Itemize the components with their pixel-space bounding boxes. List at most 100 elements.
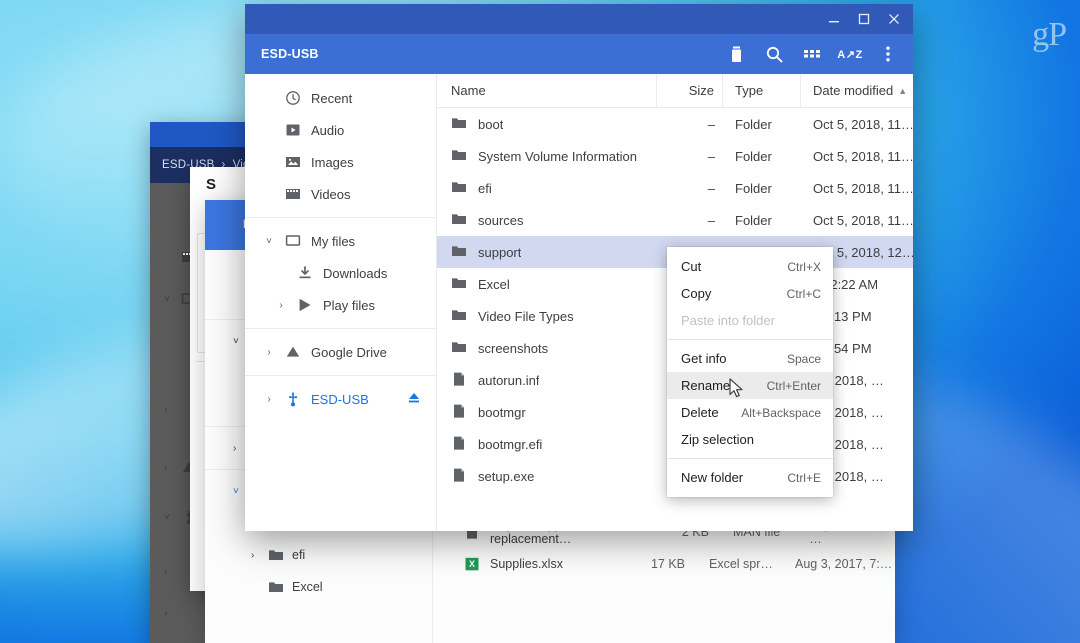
file-date-cell: Aug 3, 2017, 7:… <box>795 557 893 571</box>
menu-item-copy[interactable]: Copy Ctrl+C <box>667 280 833 307</box>
sidebar-item-audio[interactable]: Audio <box>245 114 436 146</box>
sidebar-item-videos[interactable]: Videos <box>245 178 436 210</box>
menu-item-shortcut: Ctrl+C <box>786 286 821 301</box>
sidebar-divider <box>245 328 436 329</box>
chevron-right-icon[interactable]: › <box>164 608 173 619</box>
chevron-down-icon[interactable]: ˅ <box>164 512 173 523</box>
file-name-cell[interactable]: support <box>437 244 657 261</box>
column-header-date-label: Date modified <box>813 83 894 98</box>
maximize-button[interactable] <box>849 4 879 34</box>
folder-icon <box>451 180 467 197</box>
context-menu[interactable]: Cut Ctrl+X Copy Ctrl+C Paste into folder Get … <box>667 247 833 497</box>
file-name-label: screenshots <box>478 340 549 356</box>
folder-icon <box>268 548 284 562</box>
search-button[interactable] <box>755 35 793 73</box>
chevron-right-icon[interactable]: › <box>275 300 287 311</box>
menu-item-cut[interactable]: Cut Ctrl+X <box>667 253 833 280</box>
file-name-cell[interactable]: sources <box>437 212 657 229</box>
file-type-cell: Folder <box>735 148 772 164</box>
file-name-cell[interactable]: setup.exe <box>437 468 657 485</box>
column-header-type[interactable]: Type <box>723 74 801 107</box>
chevron-down-icon[interactable]: ˅ <box>233 486 242 497</box>
menu-item-label: Paste into folder <box>681 313 775 328</box>
chevron-down-icon[interactable]: ˅ <box>263 236 275 247</box>
file-type-cell: Folder <box>735 180 772 196</box>
sidebar-item-my-files[interactable]: ˅ My files <box>245 225 436 257</box>
file-name-cell[interactable]: screenshots <box>437 340 657 357</box>
sort-button[interactable]: A↗Z <box>831 35 869 73</box>
menu-item-label: Rename <box>681 378 731 393</box>
menu-item-rename[interactable]: Rename Ctrl+Enter <box>667 372 833 399</box>
toolbar-title: ESD-USB <box>261 47 319 61</box>
file-name-cell[interactable]: boot <box>437 116 657 133</box>
file-name-label: boot <box>478 116 504 132</box>
chevron-right-icon[interactable]: › <box>233 443 242 454</box>
file-name-cell[interactable]: Video File Types <box>437 308 657 325</box>
sidebar-item-label: Google Drive <box>311 344 387 360</box>
more-button[interactable] <box>869 35 907 73</box>
file-name-cell[interactable]: autorun.inf <box>437 372 657 389</box>
file-name-cell[interactable]: bootmgr <box>437 404 657 421</box>
menu-divider <box>667 458 833 459</box>
menu-item-zip-selection[interactable]: Zip selection <box>667 426 833 453</box>
bw3-sidebar-item-efi[interactable]: › efi <box>205 539 432 571</box>
folder-icon <box>451 212 467 229</box>
column-header-size[interactable]: Size <box>657 74 723 107</box>
minimize-button[interactable] <box>819 4 849 34</box>
column-header-date[interactable]: Date modified ▲ <box>801 74 913 107</box>
file-name-label: Video File Types <box>478 308 574 324</box>
column-header-name[interactable]: Name <box>437 74 657 107</box>
chevron-right-icon[interactable]: › <box>263 394 275 405</box>
file-name-label: Excel <box>478 276 510 292</box>
file-name-cell[interactable]: Excel <box>437 276 657 293</box>
file-name-label: bootmgr <box>478 404 526 420</box>
sidebar-item-label: Play files <box>323 297 376 313</box>
table-row[interactable]: boot – Folder Oct 5, 2018, 11… <box>437 108 913 140</box>
sidebar-item-google-drive[interactable]: › Google Drive <box>245 336 436 368</box>
file-name-cell[interactable]: efi <box>437 180 657 197</box>
file-name-cell[interactable]: bootmgr.efi <box>437 436 657 453</box>
chevron-right-icon[interactable]: › <box>263 347 275 358</box>
sidebar-item-images[interactable]: Images <box>245 146 436 178</box>
menu-item-get-info[interactable]: Get info Space <box>667 345 833 372</box>
file-size-cell: – <box>707 148 715 164</box>
menu-item-shortcut: Ctrl+E <box>787 470 821 485</box>
sidebar-item-play-files[interactable]: › Play files <box>245 289 436 321</box>
table-row[interactable]: efi – Folder Oct 5, 2018, 11… <box>437 172 913 204</box>
menu-item-label: New folder <box>681 470 744 485</box>
delete-button[interactable] <box>717 35 755 73</box>
sidebar-item-label: Recent <box>311 90 353 106</box>
table-row[interactable]: X Supplies.xlsx 17 KB Excel spr… Aug 3, … <box>434 548 895 580</box>
menu-item-label: Copy <box>681 286 712 301</box>
menu-item-new-folder[interactable]: New folder Ctrl+E <box>667 464 833 491</box>
close-button[interactable] <box>879 4 909 34</box>
file-name-label: efi <box>478 180 492 196</box>
folder-icon <box>451 276 467 293</box>
folder-icon <box>451 148 467 165</box>
chevron-right-icon[interactable]: › <box>164 462 173 473</box>
menu-item-delete[interactable]: Delete Alt+Backspace <box>667 399 833 426</box>
mouse-cursor <box>729 378 745 405</box>
download-icon <box>297 265 313 281</box>
chevron-right-icon[interactable]: › <box>164 566 173 577</box>
file-name-label: sources <box>478 212 524 228</box>
table-row[interactable]: sources – Folder Oct 5, 2018, 11… <box>437 204 913 236</box>
chevron-right-icon[interactable]: › <box>251 550 260 561</box>
view-toggle-button[interactable] <box>793 35 831 73</box>
window-titlebar[interactable] <box>245 4 913 34</box>
bw3-sidebar-item-label: Excel <box>292 580 323 594</box>
chevron-down-icon[interactable]: ˅ <box>233 336 242 347</box>
menu-divider <box>667 339 833 340</box>
files-sidebar: Recent Audio Images Videos ˅ My files Download… <box>245 74 437 531</box>
table-row[interactable]: System Volume Information – Folder Oct 5… <box>437 140 913 172</box>
play-icon <box>297 297 313 313</box>
bw3-sidebar-item-excel[interactable]: Excel <box>205 571 432 603</box>
eject-icon[interactable] <box>406 390 422 409</box>
sidebar-item-downloads[interactable]: Downloads <box>245 257 436 289</box>
sidebar-item-recent[interactable]: Recent <box>245 82 436 114</box>
chevron-down-icon[interactable]: ˅ <box>164 294 173 305</box>
file-name-cell[interactable]: System Volume Information <box>437 148 657 165</box>
chevron-right-icon[interactable]: › <box>164 404 173 415</box>
file-name-label: Supplies.xlsx <box>490 557 563 571</box>
sidebar-item-esd-usb[interactable]: › ESD-USB <box>245 383 436 415</box>
